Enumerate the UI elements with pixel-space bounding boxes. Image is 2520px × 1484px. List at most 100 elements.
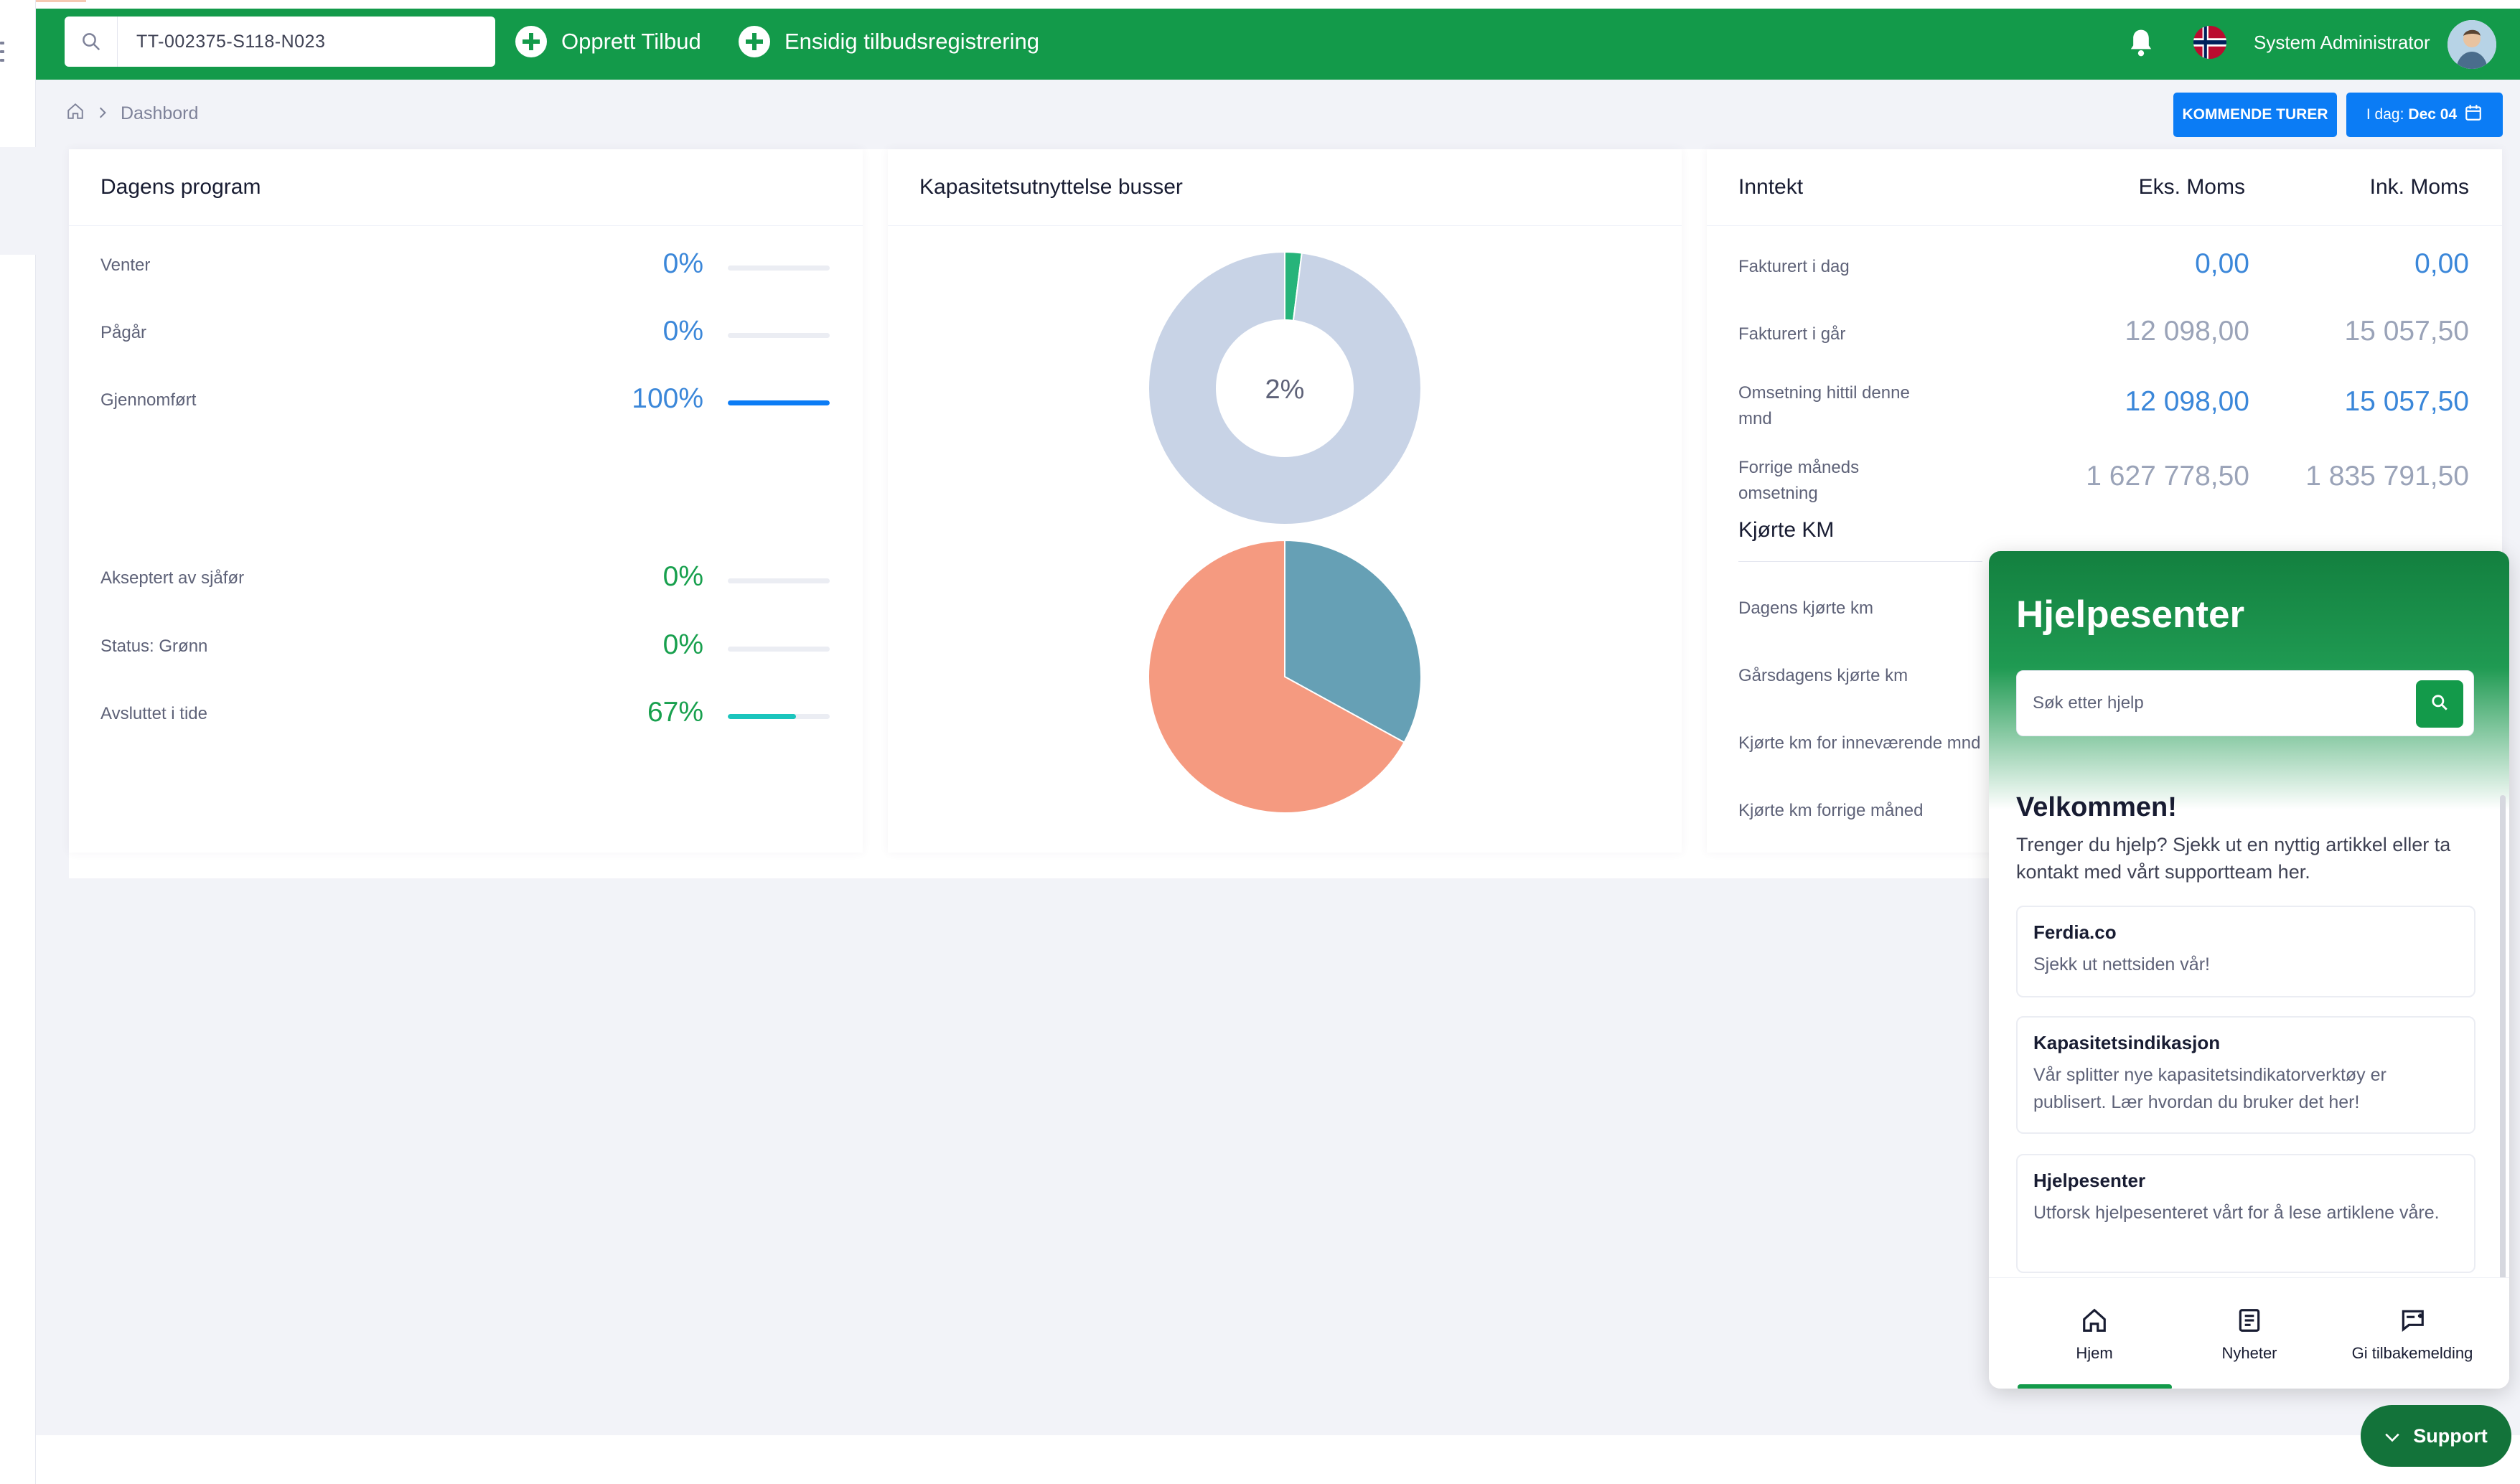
km-row-label: Kjørte km forrige måned: [1738, 801, 1924, 820]
search-icon: [2430, 693, 2449, 715]
news-icon: [2167, 1307, 2332, 1334]
help-card-desc: Vår splitter nye kapasitetsindikatorverk…: [2033, 1065, 2386, 1112]
capacity-donut-chart: 2%: [1148, 252, 1421, 525]
daily-program-card: Dagens program Venter 0% Pågår 0% Gjenno…: [69, 149, 863, 853]
progress-bar: [728, 714, 830, 719]
help-card-capacity[interactable]: Kapasitetsindikasjon Vår splitter nye ka…: [2016, 1016, 2475, 1134]
income-inc-value: 0,00: [2414, 248, 2469, 279]
row-pct: 67%: [647, 697, 703, 728]
one-way-offer-label: Ensidig tilbudsregistrering: [784, 29, 1039, 54]
row-pct: 0%: [662, 629, 703, 660]
help-title: Hjelpesenter: [2016, 593, 2245, 636]
help-nav-news[interactable]: Nyheter: [2167, 1307, 2332, 1363]
user-name[interactable]: System Administrator: [2254, 32, 2430, 54]
today-date-button[interactable]: I dag: Dec 04: [2346, 93, 2503, 137]
top-header: TT-002375-S118-N023 Opprett Tilbud Ensid…: [36, 9, 2520, 80]
help-card-desc: Sjekk ut nettsiden vår!: [2033, 954, 2210, 975]
help-search-input[interactable]: [2033, 685, 2406, 721]
income-row-label: Forrige måneds omsetning: [1738, 458, 1860, 503]
welcome-text: Trenger du hjelp? Sjekk ut en nyttig art…: [2016, 834, 2451, 883]
welcome-heading: Velkommen!: [2016, 792, 2177, 822]
row-pct: 100%: [632, 383, 703, 414]
km-row-label: Gårsdagens kjørte km: [1738, 666, 1908, 685]
income-row-label: Omsetning hittil denne mnd: [1738, 383, 1910, 428]
income-row-label: Fakturert i går: [1738, 324, 1846, 344]
progress-bar: [728, 400, 830, 405]
top-line: [0, 0, 2520, 9]
help-card-title: Hjelpesenter: [2033, 1170, 2146, 1191]
global-search[interactable]: TT-002375-S118-N023: [65, 17, 495, 67]
income-title: Inntekt: [1738, 175, 1804, 199]
income-inc-value: 1 835 791,50: [2305, 461, 2469, 492]
help-nav-label: Nyheter: [2221, 1344, 2277, 1362]
help-card-ferdia[interactable]: Ferdia.co Sjekk ut nettsiden vår!: [2016, 906, 2475, 997]
active-tab-indicator: [2018, 1384, 2172, 1389]
help-nav-home[interactable]: Hjem: [2012, 1307, 2177, 1363]
help-nav-label: Gi tilbakemelding: [2351, 1344, 2473, 1362]
one-way-offer-button[interactable]: Ensidig tilbudsregistrering: [739, 24, 1039, 59]
chevron-down-icon: [2384, 1425, 2413, 1447]
row-pct: 0%: [662, 316, 703, 347]
sidebar-active-item[interactable]: [0, 147, 36, 255]
capacity-card: Kapasitetsutnyttelse busser 2%: [888, 149, 1682, 853]
row-label: Pågår: [100, 323, 147, 342]
progress-bar: [728, 647, 830, 652]
help-card-title: Ferdia.co: [2033, 921, 2117, 943]
feedback-icon: [2330, 1307, 2495, 1334]
bell-icon[interactable]: [2127, 27, 2155, 59]
income-col-ex-vat: Eks. Moms: [2138, 175, 2245, 199]
norway-flag-icon[interactable]: [2193, 26, 2226, 59]
help-card-desc: Utforsk hjelpesenteret vårt for å lese a…: [2033, 1203, 2440, 1223]
help-search[interactable]: [2016, 670, 2474, 736]
calendar-icon: [2464, 103, 2483, 126]
sidebar-collapsed[interactable]: [0, 0, 36, 1484]
breadcrumb-current: Dashbord: [121, 103, 199, 123]
search-input[interactable]: TT-002375-S118-N023: [118, 32, 325, 52]
create-offer-button[interactable]: Opprett Tilbud: [515, 24, 701, 59]
page-footer: [36, 1435, 2520, 1484]
home-icon: [2012, 1307, 2177, 1334]
help-scrollbar[interactable]: [2500, 795, 2506, 1312]
today-date: Dec 04: [2408, 106, 2458, 123]
search-icon[interactable]: [65, 17, 118, 67]
donut-center-label: 2%: [1265, 375, 1305, 405]
km-row-label: Kjørte km for inneværende mnd: [1738, 733, 1981, 753]
support-button[interactable]: Support: [2361, 1405, 2511, 1467]
plus-circle-icon: [739, 26, 770, 57]
search-button[interactable]: [2416, 680, 2463, 728]
chevron-right-icon: [98, 103, 108, 124]
row-label: Avsluttet i tide: [100, 704, 207, 723]
upcoming-trips-button[interactable]: KOMMENDE TURER: [2173, 93, 2337, 137]
support-label: Support: [2413, 1424, 2488, 1447]
row-label: Venter: [100, 255, 151, 275]
capacity-pie-chart: [1148, 540, 1421, 813]
row-label: Status: Grønn: [100, 637, 208, 656]
sidebar-toggle-icon[interactable]: [0, 42, 6, 73]
help-nav: Hjem Nyheter Gi tilbakemelding: [1989, 1277, 2509, 1389]
help-card-title: Kapasitetsindikasjon: [2033, 1032, 2221, 1053]
km-row-label: Dagens kjørte km: [1738, 598, 1874, 618]
row-label: Gjennomført: [100, 390, 197, 410]
income-inc-value: 15 057,50: [2344, 386, 2469, 417]
help-nav-label: Hjem: [2076, 1344, 2113, 1362]
today-prefix: I dag:: [2366, 106, 2404, 123]
create-offer-label: Opprett Tilbud: [561, 29, 701, 54]
progress-bar: [728, 266, 830, 271]
app-root: TT-002375-S118-N023 Opprett Tilbud Ensid…: [0, 0, 2520, 1484]
home-icon[interactable]: [66, 102, 85, 126]
help-card-help-center[interactable]: Hjelpesenter Utforsk hjelpesenteret vårt…: [2016, 1154, 2475, 1273]
help-center-panel: Hjelpesenter Velkommen! Trenger du hjelp…: [1989, 551, 2509, 1389]
progress-bar: [728, 333, 830, 338]
income-col-inc-vat: Ink. Moms: [2369, 175, 2469, 199]
km-title: Kjørte KM: [1738, 518, 1835, 542]
card-title: Kapasitetsutnyttelse busser: [919, 175, 1183, 199]
plus-circle-icon: [515, 26, 547, 57]
progress-bar: [728, 578, 830, 583]
breadcrumb: Dashbord: [66, 102, 198, 126]
help-nav-feedback[interactable]: Gi tilbakemelding: [2330, 1307, 2495, 1363]
card-title: Dagens program: [100, 175, 261, 199]
row-label: Akseptert av sjåfør: [100, 568, 245, 588]
avatar[interactable]: [2448, 20, 2496, 69]
income-inc-value: 15 057,50: [2344, 316, 2469, 347]
row-pct: 0%: [662, 248, 703, 279]
